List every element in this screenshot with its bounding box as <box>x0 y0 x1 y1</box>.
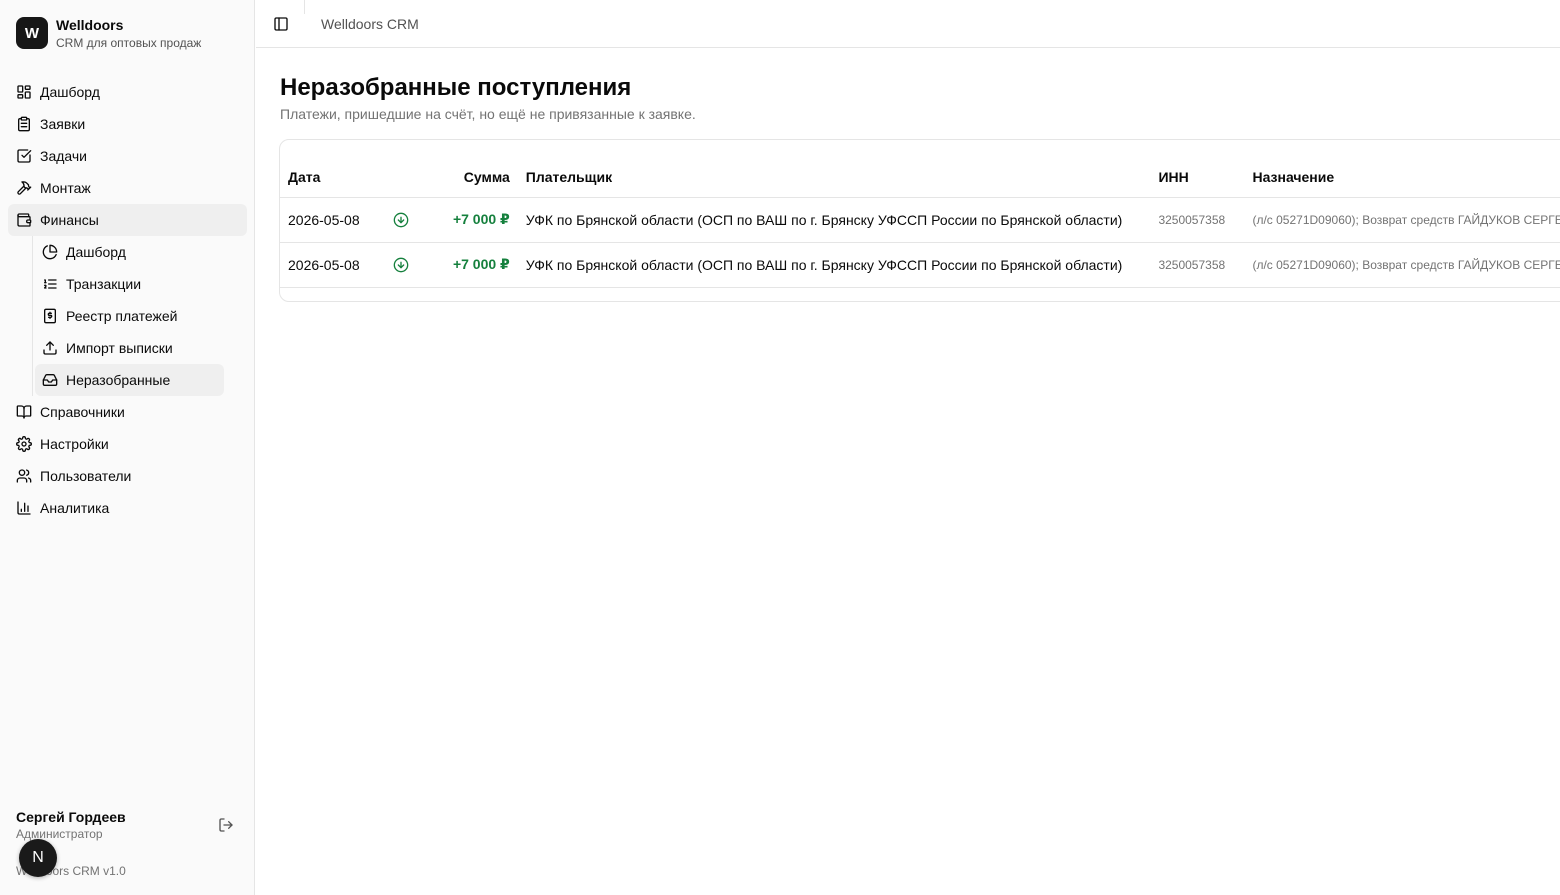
col-header-inn: ИНН <box>1158 168 1189 185</box>
sidebar-item-users[interactable]: Пользователи <box>8 460 247 492</box>
user-role: Администратор <box>16 827 103 841</box>
cell-inn: 3250057358 <box>1158 257 1226 272</box>
cell-date: 2026-05-08 <box>288 211 360 228</box>
topbar-divider <box>304 0 305 14</box>
page-title: Неразобранные поступления <box>280 74 632 101</box>
clipboard-icon <box>16 116 32 132</box>
table-row[interactable]: 2026-05-08 +7 000 ₽ УФК по Брянской обла… <box>280 242 1560 287</box>
inbox-icon <box>42 372 58 388</box>
cell-direction <box>385 197 413 242</box>
cell-date: 2026-05-08 <box>288 256 360 273</box>
sidebar-item-label: Импорт выписки <box>66 340 173 356</box>
sidebar-item-label: Настройки <box>40 436 109 452</box>
app-name: Welldoors <box>56 17 124 33</box>
sidebar-nav: Дашборд Заявки Задачи Монтаж Финансы Даш… <box>8 76 247 524</box>
bar-chart-icon <box>16 500 32 516</box>
sidebar-subitem-transactions[interactable]: Транзакции <box>35 268 224 300</box>
list-ordered-icon <box>42 276 58 292</box>
cell-payer: УФК по Брянской области (ОСП по ВАШ по г… <box>525 211 1123 228</box>
sidebar-item-analytics[interactable]: Аналитика <box>8 492 247 524</box>
sidebar-item-installation[interactable]: Монтаж <box>8 172 247 204</box>
receipt-icon <box>42 308 58 324</box>
incoming-arrow-icon <box>393 212 409 228</box>
cell-direction <box>385 242 413 287</box>
table-header-row: Дата Сумма Плательщик ИНН Назначение <box>280 157 1560 197</box>
sidebar-item-finance[interactable]: Финансы <box>8 204 247 236</box>
sidebar-item-label: Аналитика <box>40 500 110 516</box>
sidebar-item-label: Монтаж <box>40 180 91 196</box>
sidebar-item-label: Реестр платежей <box>66 308 178 324</box>
sidebar-item-tasks[interactable]: Задачи <box>8 140 247 172</box>
pie-chart-icon <box>42 244 58 260</box>
sidebar: W Welldoors CRM для оптовых продаж Дашбо… <box>0 0 255 895</box>
page-subtitle: Платежи, пришедшие на счёт, но ещё не пр… <box>280 106 696 122</box>
col-header-date: Дата <box>288 168 321 185</box>
user-name: Сергей Гордеев <box>16 809 126 825</box>
sidebar-subitem-unassigned[interactable]: Неразобранные <box>35 364 224 396</box>
unassigned-payments-table: Дата Сумма Плательщик ИНН Назначение 202… <box>280 157 1560 288</box>
sidebar-item-requests[interactable]: Заявки <box>8 108 247 140</box>
brand-logo: W <box>16 17 48 49</box>
sidebar-subitem-statement-import[interactable]: Импорт выписки <box>35 332 224 364</box>
table-row[interactable]: 2026-05-08 +7 000 ₽ УФК по Брянской обла… <box>280 197 1560 242</box>
incoming-arrow-icon <box>393 257 409 273</box>
cell-inn: 3250057358 <box>1158 212 1226 227</box>
cell-sum: +7 000 ₽ <box>452 211 510 227</box>
sidebar-item-label: Дашборд <box>40 84 100 100</box>
sidebar-item-label: Транзакции <box>66 276 142 292</box>
col-header-purpose: Назначение <box>1252 168 1335 185</box>
cell-sum: +7 000 ₽ <box>452 256 510 272</box>
users-icon <box>16 468 32 484</box>
square-check-icon <box>16 148 32 164</box>
nextjs-dev-badge[interactable]: N <box>19 839 57 877</box>
topbar: Welldoors CRM <box>256 0 1560 48</box>
cell-purpose: (л/с 05271D09060); Возврат средств ГАЙДУ… <box>1252 212 1560 227</box>
sidebar-subitem-payment-registry[interactable]: Реестр платежей <box>35 300 224 332</box>
book-icon <box>16 404 32 420</box>
sidebar-item-label: Задачи <box>40 148 88 164</box>
sidebar-item-dashboard[interactable]: Дашборд <box>8 76 247 108</box>
sidebar-item-label: Неразобранные <box>66 372 171 388</box>
sidebar-item-label: Заявки <box>40 116 86 132</box>
upload-icon <box>42 340 58 356</box>
cell-payer: УФК по Брянской области (ОСП по ВАШ по г… <box>525 256 1123 273</box>
sidebar-item-references[interactable]: Справочники <box>8 396 247 428</box>
sidebar-item-label: Справочники <box>40 404 125 420</box>
current-user: Сергей Гордеев Администратор <box>16 809 240 841</box>
sidebar-subitem-finance-dashboard[interactable]: Дашборд <box>35 236 224 268</box>
gear-icon <box>16 436 32 452</box>
brand[interactable]: W Welldoors CRM для оптовых продаж <box>16 17 201 49</box>
sidebar-item-settings[interactable]: Настройки <box>8 428 247 460</box>
sidebar-toggle-icon[interactable] <box>273 16 289 32</box>
payments-table-card: Дата Сумма Плательщик ИНН Назначение 202… <box>279 139 1560 302</box>
col-header-payer: Плательщик <box>525 168 613 185</box>
sidebar-item-label: Дашборд <box>66 244 126 260</box>
breadcrumb[interactable]: Welldoors CRM <box>321 16 419 32</box>
col-header-sum: Сумма <box>463 168 510 185</box>
app-subtitle: CRM для оптовых продаж <box>56 36 202 50</box>
sidebar-item-label: Финансы <box>40 212 99 228</box>
sidebar-item-label: Пользователи <box>40 468 132 484</box>
wallet-icon <box>16 212 32 228</box>
dashboard-icon <box>16 84 32 100</box>
logout-icon[interactable] <box>218 817 234 833</box>
finance-subnav: Дашборд Транзакции Реестр платежей Импор… <box>32 236 224 396</box>
col-header-direction <box>385 157 413 197</box>
hammer-icon <box>16 180 32 196</box>
cell-purpose: (л/с 05271D09060); Возврат средств ГАЙДУ… <box>1252 257 1560 272</box>
